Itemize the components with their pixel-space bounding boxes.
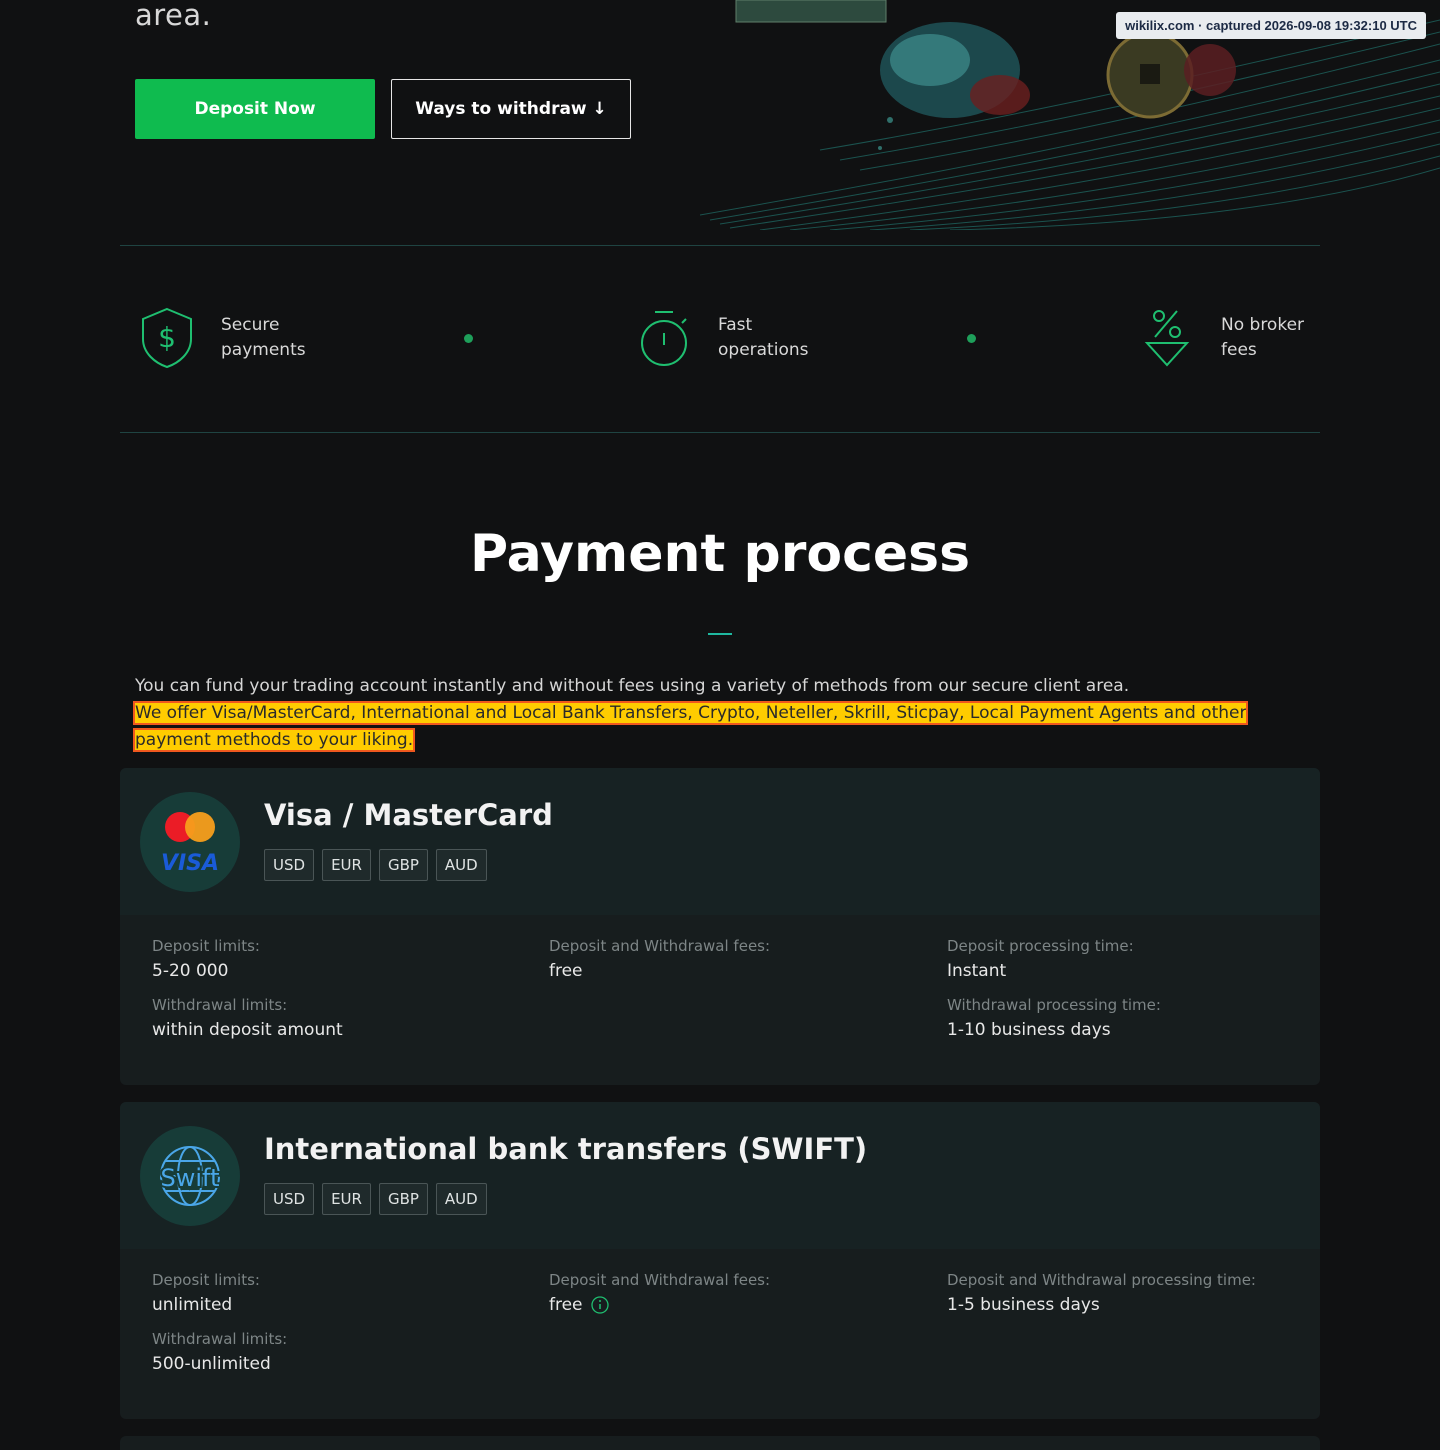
payment-method-card-swift: Swift International bank transfers (SWIF… <box>120 1102 1320 1419</box>
feature-line: operations <box>718 340 809 360</box>
deposit-limits-field: Deposit limits: 5-20 000 <box>152 937 260 981</box>
feature-fast-operations: Fast operations <box>634 305 828 371</box>
card-title: Visa / MasterCard <box>264 798 553 832</box>
info-icon[interactable] <box>590 1296 609 1314</box>
currency-tag: GBP <box>378 1183 428 1215</box>
field-label: Deposit limits: <box>152 937 260 955</box>
feature-line: No broker <box>1221 315 1305 335</box>
swift-logo-text: Swift <box>161 1164 220 1192</box>
feature-line: Fast <box>718 315 753 335</box>
field-value: free <box>549 961 583 981</box>
field-label: Deposit and Withdrawal fees: <box>549 937 771 955</box>
capture-badge: wikilix.com · captured 2026-09-08 19:32:… <box>1116 12 1426 39</box>
divider-top <box>120 245 1320 246</box>
card-header: VISA Visa / MasterCard USD EUR GBP AUD <box>120 768 1320 915</box>
currency-tag: USD <box>264 849 315 881</box>
svg-text:$: $ <box>158 321 176 354</box>
field-label: Withdrawal limits: <box>152 996 288 1014</box>
currency-tags: USD EUR GBP AUD <box>264 1183 487 1215</box>
field-label: Deposit processing time: <box>947 937 1134 955</box>
swift-globe-icon: Swift <box>159 1146 221 1206</box>
hero-tail-text: area. <box>135 0 212 32</box>
payment-method-card-visa: VISA Visa / MasterCard USD EUR GBP AUD D… <box>120 768 1320 1085</box>
field-value: within deposit amount <box>152 1020 343 1040</box>
field-label: Withdrawal processing time: <box>947 996 1161 1014</box>
field-label: Withdrawal limits: <box>152 1330 288 1348</box>
currency-tag: EUR <box>322 1183 371 1215</box>
hero-illustration: wikilix.com · captured 2026-09-08 19:32:… <box>700 0 1440 230</box>
field-label: Deposit and Withdrawal processing time: <box>947 1271 1256 1289</box>
feature-separator-dot <box>464 334 473 343</box>
card-title: International bank transfers (SWIFT) <box>264 1132 868 1166</box>
withdrawal-limits-field: Withdrawal limits: within deposit amount <box>152 996 343 1040</box>
banknote-shape <box>735 0 887 23</box>
feature-secure-payments: $ Secure payments <box>137 305 331 371</box>
field-value: 1-10 business days <box>947 1020 1111 1040</box>
intro-line: You can fund your trading account instan… <box>135 676 1130 696</box>
ways-to-withdraw-button[interactable]: Ways to withdraw ↓ <box>391 79 631 139</box>
feature-line: payments <box>221 340 306 360</box>
fees-field: Deposit and Withdrawal fees: free <box>549 1271 770 1315</box>
title-underline <box>708 633 732 635</box>
feature-no-broker-fees: No broker fees <box>1137 305 1331 371</box>
payment-method-card-next <box>120 1436 1320 1450</box>
deposit-time-field: Deposit processing time: Instant <box>947 937 1134 981</box>
deposit-now-button[interactable]: Deposit Now <box>135 79 375 139</box>
divider-bottom <box>120 432 1320 433</box>
highlighted-intro-line: We offer Visa/MasterCard, International … <box>132 701 1249 752</box>
currency-tag: GBP <box>378 849 428 881</box>
field-value: Instant <box>947 961 1007 981</box>
withdrawal-limits-field: Withdrawal limits: 500-unlimited <box>152 1330 287 1374</box>
field-value: 500-unlimited <box>152 1354 271 1374</box>
swift-globe-logo: Swift <box>140 1126 240 1226</box>
fees-value: free <box>549 1295 583 1315</box>
currency-tag: EUR <box>322 849 371 881</box>
currency-tag: AUD <box>435 1183 487 1215</box>
withdrawal-time-field: Withdrawal processing time: 1-10 busines… <box>947 996 1161 1040</box>
feature-line: Secure <box>221 315 280 335</box>
card-header: Swift International bank transfers (SWIF… <box>120 1102 1320 1249</box>
field-value: 5-20 000 <box>152 961 229 981</box>
intro-text: You can fund your trading account instan… <box>132 673 1305 754</box>
currency-tag: AUD <box>435 849 487 881</box>
mastercard-visa-icon: VISA <box>161 812 219 876</box>
section-title: Payment process <box>469 524 971 584</box>
percent-down-icon <box>1144 310 1190 367</box>
field-value: 1-5 business days <box>947 1295 1100 1315</box>
field-value: unlimited <box>152 1295 233 1315</box>
processing-time-field: Deposit and Withdrawal processing time: … <box>947 1271 1256 1315</box>
field-value: free <box>549 1295 770 1315</box>
currency-tags: USD EUR GBP AUD <box>264 849 487 881</box>
currency-tag: USD <box>264 1183 315 1215</box>
field-label: Deposit limits: <box>152 1271 260 1289</box>
fees-field: Deposit and Withdrawal fees: free <box>549 937 770 981</box>
feature-line: fees <box>1221 340 1257 360</box>
visa-mastercard-logo: VISA <box>140 792 240 892</box>
shield-dollar-icon: $ <box>142 307 192 369</box>
visa-logo-text: VISA <box>161 851 219 876</box>
field-label: Deposit and Withdrawal fees: <box>549 1271 771 1289</box>
stopwatch-icon <box>641 311 687 366</box>
deposit-limits-field: Deposit limits: unlimited <box>152 1271 260 1315</box>
feature-separator-dot <box>967 334 976 343</box>
